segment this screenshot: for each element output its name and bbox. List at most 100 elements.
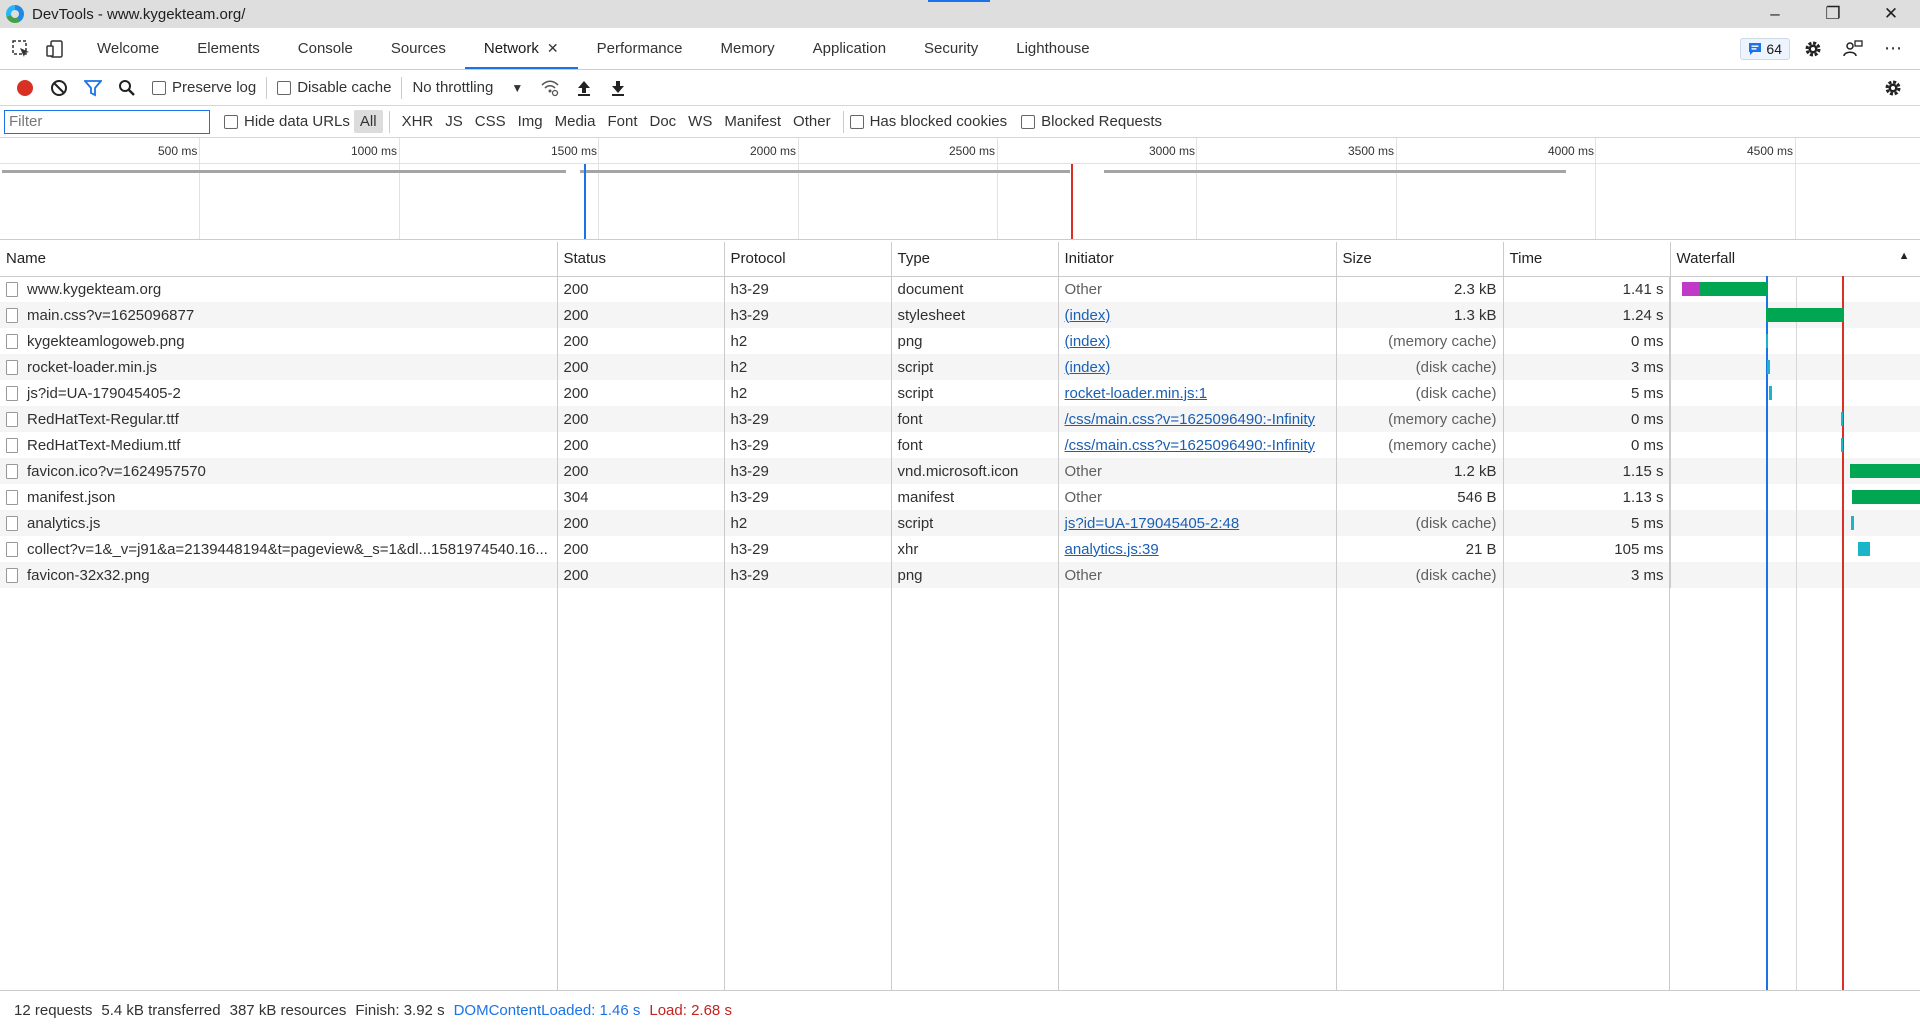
table-row[interactable]: favicon-32x32.png 200 h3-29 png Other (disk c…	[0, 562, 1920, 588]
filter-input[interactable]	[4, 109, 210, 134]
overview-request-bar	[2, 170, 566, 173]
network-conditions-button[interactable]	[535, 73, 565, 103]
table-row[interactable]: www.kygekteam.org 200 h3-29 document Other 2.…	[0, 276, 1920, 302]
filter-type-font[interactable]: Font	[601, 110, 643, 133]
import-har-button[interactable]	[569, 73, 599, 103]
initiator-link[interactable]: (index)	[1065, 359, 1111, 376]
initiator-link[interactable]: (index)	[1065, 333, 1111, 350]
table-row[interactable]: RedHatText-Regular.ttf 200 h3-29 font/css/m…	[0, 406, 1920, 432]
table-row[interactable]: RedHatText-Medium.ttf 200 h3-29 font/css/ma…	[0, 432, 1920, 458]
table-row[interactable]: manifest.json 304 h3-29 manifest Other 546 B1…	[0, 484, 1920, 510]
filter-type-ws[interactable]: WS	[682, 110, 718, 133]
protocol-cell: h3-29	[724, 276, 892, 302]
table-row[interactable]: rocket-loader.min.js 200 h2 script (index) (d…	[0, 354, 1920, 380]
more-options-button[interactable]: ⋯	[1876, 32, 1910, 66]
column-header-size[interactable]: Size	[1336, 242, 1504, 277]
initiator-link[interactable]: rocket-loader.min.js:1	[1065, 385, 1208, 402]
filter-type-xhr[interactable]: XHR	[396, 110, 440, 133]
request-name-cell[interactable]: RedHatText-Medium.ttf	[0, 432, 558, 458]
throttling-select[interactable]: No throttling ▼	[412, 79, 523, 96]
table-row[interactable]: collect?v=1&_v=j91&a=2139448194&t=pagevi…	[0, 536, 1920, 562]
request-name-cell[interactable]: kygekteamlogoweb.png	[0, 328, 558, 354]
inspect-element-button[interactable]	[4, 32, 38, 66]
restore-button[interactable]: ❐	[1804, 0, 1862, 28]
close-window-button[interactable]: ✕	[1862, 0, 1920, 28]
has-blocked-cookies-checkbox[interactable]: Has blocked cookies	[849, 113, 1007, 130]
request-name-cell[interactable]: analytics.js	[0, 510, 558, 536]
filter-type-manifest[interactable]: Manifest	[718, 110, 787, 133]
titlebar-accent-line	[928, 0, 990, 2]
tab-sources[interactable]: Sources	[372, 28, 465, 69]
table-row[interactable]: js?id=UA-179045405-2 200 h2 script rocket-lo…	[0, 380, 1920, 406]
column-header-time[interactable]: Time	[1503, 242, 1671, 277]
request-name-cell[interactable]: main.css?v=1625096877	[0, 302, 558, 328]
tab-lighthouse[interactable]: Lighthouse	[997, 28, 1108, 69]
feedback-button[interactable]	[1836, 32, 1870, 66]
tab-welcome[interactable]: Welcome	[78, 28, 178, 69]
filter-type-media[interactable]: Media	[549, 110, 602, 133]
issues-badge[interactable]: 64	[1740, 37, 1790, 60]
clear-icon	[51, 79, 67, 96]
clear-button[interactable]	[44, 73, 74, 103]
waterfall-gridline	[1796, 276, 1797, 990]
search-button[interactable]	[112, 73, 142, 103]
request-name-cell[interactable]: js?id=UA-179045405-2	[0, 380, 558, 406]
initiator-link[interactable]: /css/main.css?v=1625096490:-Infinity	[1065, 411, 1316, 428]
tab-network[interactable]: Network ✕	[464, 28, 578, 69]
table-row[interactable]: favicon.ico?v=1624957570 200 h3-29 vnd.micr…	[0, 458, 1920, 484]
settings-button[interactable]	[1796, 32, 1830, 66]
export-har-button[interactable]	[603, 73, 633, 103]
checkbox-box[interactable]	[277, 80, 292, 95]
column-header-initiator[interactable]: Initiator	[1058, 242, 1337, 277]
hide-data-urls-checkbox[interactable]: Hide data URLs	[224, 113, 350, 130]
close-tab-icon[interactable]: ✕	[547, 40, 559, 57]
filter-toggle-button[interactable]	[78, 73, 108, 103]
minimize-button[interactable]: –	[1746, 0, 1804, 28]
filter-type-img[interactable]: Img	[512, 110, 549, 133]
initiator-link[interactable]: /css/main.css?v=1625096490:-Infinity	[1065, 437, 1316, 454]
request-name: www.kygekteam.org	[27, 280, 162, 298]
table-row[interactable]: analytics.js 200 h2 script js?id=UA-17904540…	[0, 510, 1920, 536]
table-row[interactable]: kygekteamlogoweb.png 200 h2 png (index) (memo…	[0, 328, 1920, 354]
request-name-cell[interactable]: RedHatText-Regular.ttf	[0, 406, 558, 432]
filter-type-other[interactable]: Other	[787, 110, 837, 133]
tab-console[interactable]: Console	[279, 28, 372, 69]
request-name-cell[interactable]: manifest.json	[0, 484, 558, 510]
record-button[interactable]	[10, 73, 40, 103]
initiator-link[interactable]: (index)	[1065, 307, 1111, 324]
request-name-cell[interactable]: favicon-32x32.png	[0, 562, 558, 588]
blocked-requests-checkbox[interactable]: Blocked Requests	[1021, 113, 1162, 130]
disable-cache-checkbox[interactable]: Disable cache	[277, 79, 391, 96]
tab-security[interactable]: Security	[905, 28, 997, 69]
initiator-link[interactable]: js?id=UA-179045405-2:48	[1065, 515, 1240, 532]
checkbox-box[interactable]	[152, 80, 166, 95]
preserve-log-checkbox[interactable]: Preserve log	[152, 79, 256, 96]
tab-application[interactable]: Application	[794, 28, 905, 69]
checkbox-box[interactable]	[849, 114, 864, 129]
request-name-cell[interactable]: www.kygekteam.org	[0, 276, 558, 302]
request-name-cell[interactable]: favicon.ico?v=1624957570	[0, 458, 558, 484]
tab-elements[interactable]: Elements	[178, 28, 279, 69]
filter-type-css[interactable]: CSS	[469, 110, 512, 133]
window-title: DevTools - www.kygekteam.org/	[32, 5, 246, 23]
network-settings-button[interactable]	[1878, 73, 1908, 103]
initiator-link[interactable]: analytics.js:39	[1065, 541, 1159, 558]
tab-memory[interactable]: Memory	[701, 28, 793, 69]
waterfall-area[interactable]	[1670, 242, 1920, 990]
filter-type-doc[interactable]: Doc	[643, 110, 682, 133]
request-name-cell[interactable]: collect?v=1&_v=j91&a=2139448194&t=pagevi…	[0, 536, 558, 562]
filter-type-all[interactable]: All	[353, 110, 383, 133]
request-name-cell[interactable]: rocket-loader.min.js	[0, 354, 558, 380]
table-row[interactable]: main.css?v=1625096877 200 h3-29 stylesheet (…	[0, 302, 1920, 328]
checkbox-box[interactable]	[1021, 114, 1036, 129]
column-header-name[interactable]: Name	[0, 242, 558, 277]
filter-type-js[interactable]: JS	[439, 110, 469, 133]
column-header-status[interactable]: Status	[557, 242, 725, 277]
device-emulation-button[interactable]	[38, 32, 72, 66]
checkbox-box[interactable]	[224, 114, 238, 129]
column-header-protocol[interactable]: Protocol	[724, 242, 892, 277]
tab-performance[interactable]: Performance	[578, 28, 702, 69]
protocol-cell: h3-29	[724, 432, 892, 458]
column-header-type[interactable]: Type	[891, 242, 1059, 277]
network-overview-timeline[interactable]: 500 ms 1000 ms 1500 ms 2000 ms 2500 ms 3…	[0, 138, 1920, 240]
